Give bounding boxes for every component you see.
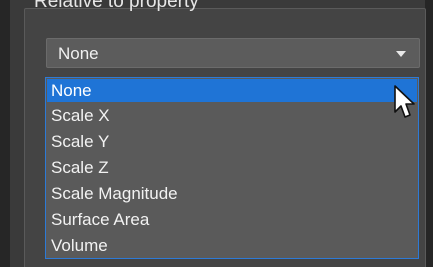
window-frame-left <box>0 0 10 267</box>
dropdown-option-scale-magnitude[interactable]: Scale Magnitude <box>47 182 417 205</box>
mouse-pointer-icon <box>394 85 415 118</box>
dropdown-option-scale-y[interactable]: Scale Y <box>47 130 417 153</box>
chevron-down-icon[interactable] <box>396 51 406 57</box>
dropdown-option-scale-x[interactable]: Scale X <box>47 104 417 127</box>
screenshot-stage: Relative to property None None Scale X S… <box>0 0 433 267</box>
dropdown-option-scale-z[interactable]: Scale Z <box>47 156 417 179</box>
dropdown-option-surface-area[interactable]: Surface Area <box>47 208 417 231</box>
group-title: Relative to property <box>34 0 199 12</box>
window-frame-right <box>425 0 433 267</box>
combobox-selected-value: None <box>58 44 99 63</box>
relative-to-property-combobox[interactable]: None <box>46 38 420 68</box>
dropdown-list[interactable]: None Scale X Scale Y Scale Z Scale Magni… <box>45 77 419 259</box>
dropdown-option-volume[interactable]: Volume <box>47 234 417 257</box>
dropdown-option-none[interactable]: None <box>47 79 417 102</box>
